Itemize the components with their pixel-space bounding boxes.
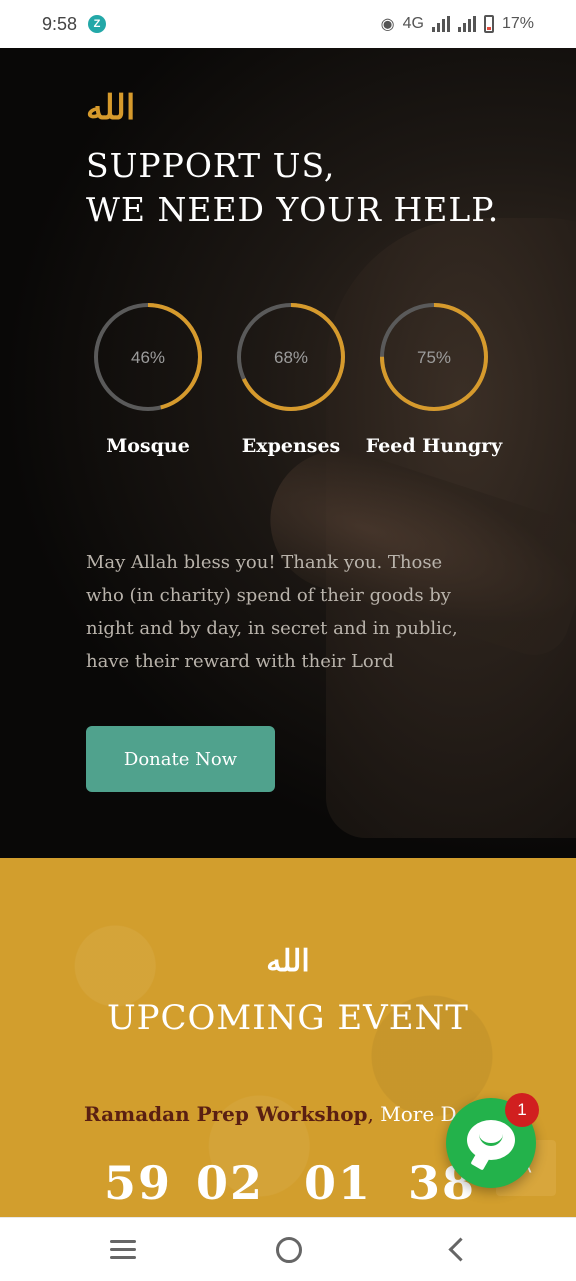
radar-icon: ◉ bbox=[380, 16, 395, 33]
progress-label: Expenses bbox=[241, 435, 341, 457]
hero-title-line2: WE NEED YOUR HELP. bbox=[86, 190, 500, 229]
android-nav-bar bbox=[0, 1217, 576, 1281]
chat-unread-badge: 1 bbox=[505, 1093, 539, 1127]
countdown-days: 59 bbox=[104, 1156, 173, 1210]
hero-title: SUPPORT US, WE NEED YOUR HELP. bbox=[86, 144, 499, 232]
progress-ring: 46% bbox=[94, 303, 202, 411]
allah-calligraphy-logo: الله bbox=[266, 944, 310, 979]
home-icon[interactable] bbox=[268, 1232, 308, 1268]
donate-now-button[interactable]: Donate Now bbox=[86, 726, 275, 792]
countdown-minutes: 01 bbox=[304, 1156, 373, 1210]
hero-title-line1: SUPPORT US, bbox=[86, 146, 336, 185]
allah-calligraphy-logo: الله bbox=[86, 88, 136, 128]
progress-percent: 68% bbox=[274, 348, 308, 367]
status-right-group: ◉ 4G 17% bbox=[381, 14, 534, 34]
progress-circle: 68% Expenses bbox=[235, 301, 347, 457]
back-icon[interactable] bbox=[440, 1232, 480, 1268]
battery-icon bbox=[483, 15, 494, 33]
signal-icon bbox=[431, 16, 450, 32]
status-bar: 9:58 Z ◉ 4G 17% bbox=[0, 0, 576, 48]
countdown-hours: 02 bbox=[196, 1156, 265, 1210]
menu-icon[interactable] bbox=[104, 1232, 144, 1268]
progress-label: Mosque bbox=[106, 435, 190, 457]
network-type: 4G bbox=[402, 15, 424, 32]
event-name: Ramadan Prep Workshop bbox=[84, 1102, 368, 1126]
signal-icon bbox=[457, 16, 476, 32]
progress-percent: 46% bbox=[131, 348, 165, 367]
status-time: 9:58 bbox=[42, 14, 78, 34]
progress-circle: 75% Feed Hungry bbox=[366, 301, 502, 457]
progress-label: Feed Hungry bbox=[365, 435, 503, 457]
progress-circle: 46% Mosque bbox=[92, 301, 204, 457]
progress-percent: 75% bbox=[417, 348, 451, 367]
support-hero-section: الله SUPPORT US, WE NEED YOUR HELP. 46% M… bbox=[0, 48, 576, 858]
battery-percent: 17% bbox=[501, 15, 534, 32]
charity-quote: May Allah bless you! Thank you. Those wh… bbox=[86, 552, 458, 672]
app-notification-icon: Z bbox=[88, 15, 106, 33]
progress-ring: 75% bbox=[380, 303, 488, 411]
event-section-title: UPCOMING EVENT bbox=[106, 998, 469, 1038]
progress-ring: 68% bbox=[237, 303, 345, 411]
event-info-line: Ramadan Prep Workshop, More Det bbox=[84, 1102, 476, 1126]
